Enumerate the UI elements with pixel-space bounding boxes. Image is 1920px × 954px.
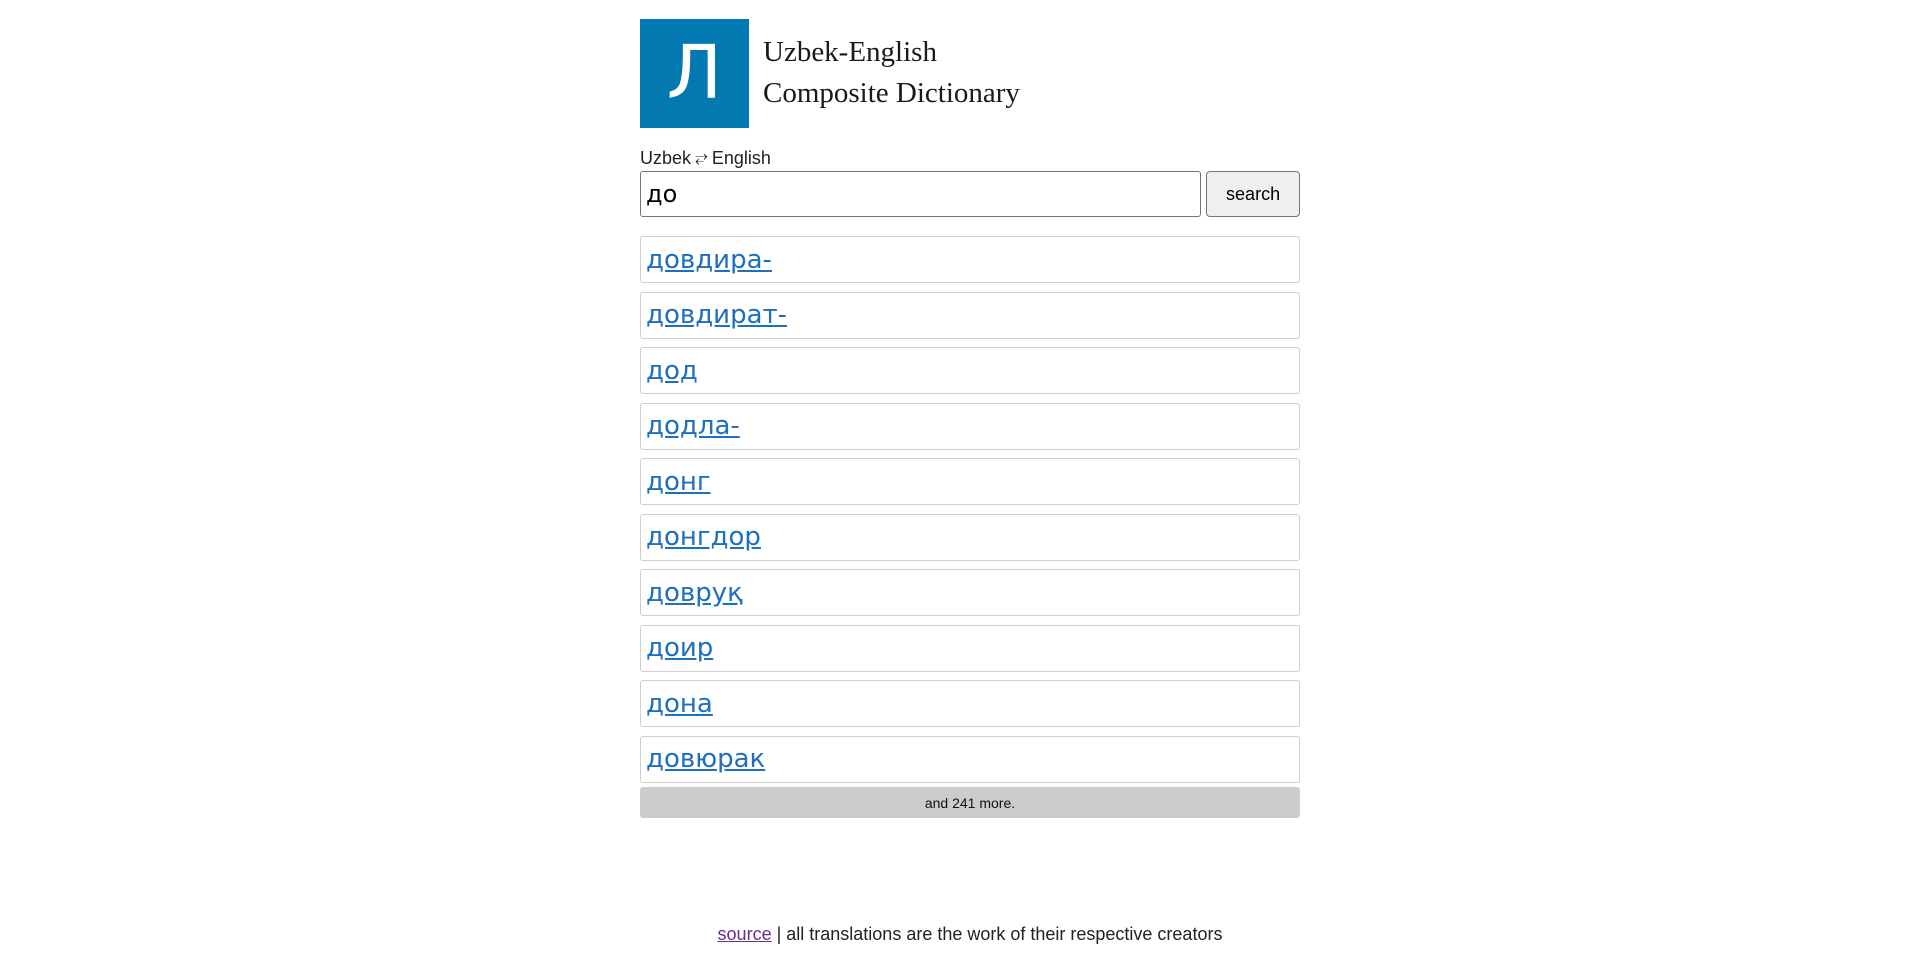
footer: source | all translations are the work o… <box>0 924 1920 945</box>
search-input[interactable] <box>640 171 1202 217</box>
search-button[interactable]: search <box>1206 171 1300 217</box>
site-header: Л Uzbek-English Composite Dictionary <box>640 18 1300 128</box>
result-item[interactable]: доир <box>640 624 1300 672</box>
logo-glyph: Л <box>666 30 723 116</box>
site-title: Uzbek-English Composite Dictionary <box>763 32 1020 114</box>
source-language-label: Uzbek <box>640 148 692 168</box>
page: Л Uzbek-English Composite Dictionary Uzb… <box>0 0 1920 954</box>
result-item[interactable]: довдират- <box>640 291 1300 339</box>
result-link[interactable]: довдира- <box>646 245 772 275</box>
result-item[interactable]: довдира- <box>640 236 1300 283</box>
result-link[interactable]: додла- <box>646 411 740 441</box>
result-link[interactable]: донг <box>646 467 711 497</box>
result-link[interactable]: дона <box>646 689 713 719</box>
footer-text: | all translations are the work of their… <box>771 924 1223 944</box>
result-link[interactable]: довюрак <box>646 744 765 774</box>
target-language-label: English <box>711 148 771 168</box>
more-results-indicator[interactable]: and 241 more. <box>640 787 1300 818</box>
results-list: довдира-довдират-дод додла-донг донгдор дов… <box>640 236 1300 783</box>
source-link[interactable]: source <box>718 924 772 944</box>
site-title-line2: Composite Dictionary <box>763 77 1020 109</box>
result-item[interactable]: дона <box>640 680 1300 727</box>
result-link[interactable]: донгдор <box>646 522 761 552</box>
result-item[interactable]: довруқ <box>640 569 1300 616</box>
result-item[interactable]: довюрак <box>640 735 1300 783</box>
result-link[interactable]: довруқ <box>646 578 743 608</box>
search-bar: search <box>640 171 1300 217</box>
result-link[interactable]: доир <box>646 633 713 663</box>
swap-arrows-icon[interactable]: ⥂ <box>695 148 708 168</box>
result-item[interactable]: дод <box>640 347 1300 394</box>
main-container: Л Uzbek-English Composite Dictionary Uzb… <box>640 18 1300 818</box>
result-link[interactable]: довдират- <box>646 300 787 330</box>
site-title-line1: Uzbek-English <box>763 36 937 68</box>
result-item[interactable]: донг <box>640 458 1300 505</box>
result-link[interactable]: дод <box>646 356 698 386</box>
language-direction-toggle[interactable]: Uzbek ⥂ English <box>640 148 1300 168</box>
result-item[interactable]: додла- <box>640 402 1300 450</box>
result-item[interactable]: донгдор <box>640 513 1300 561</box>
logo[interactable]: Л <box>640 18 749 128</box>
